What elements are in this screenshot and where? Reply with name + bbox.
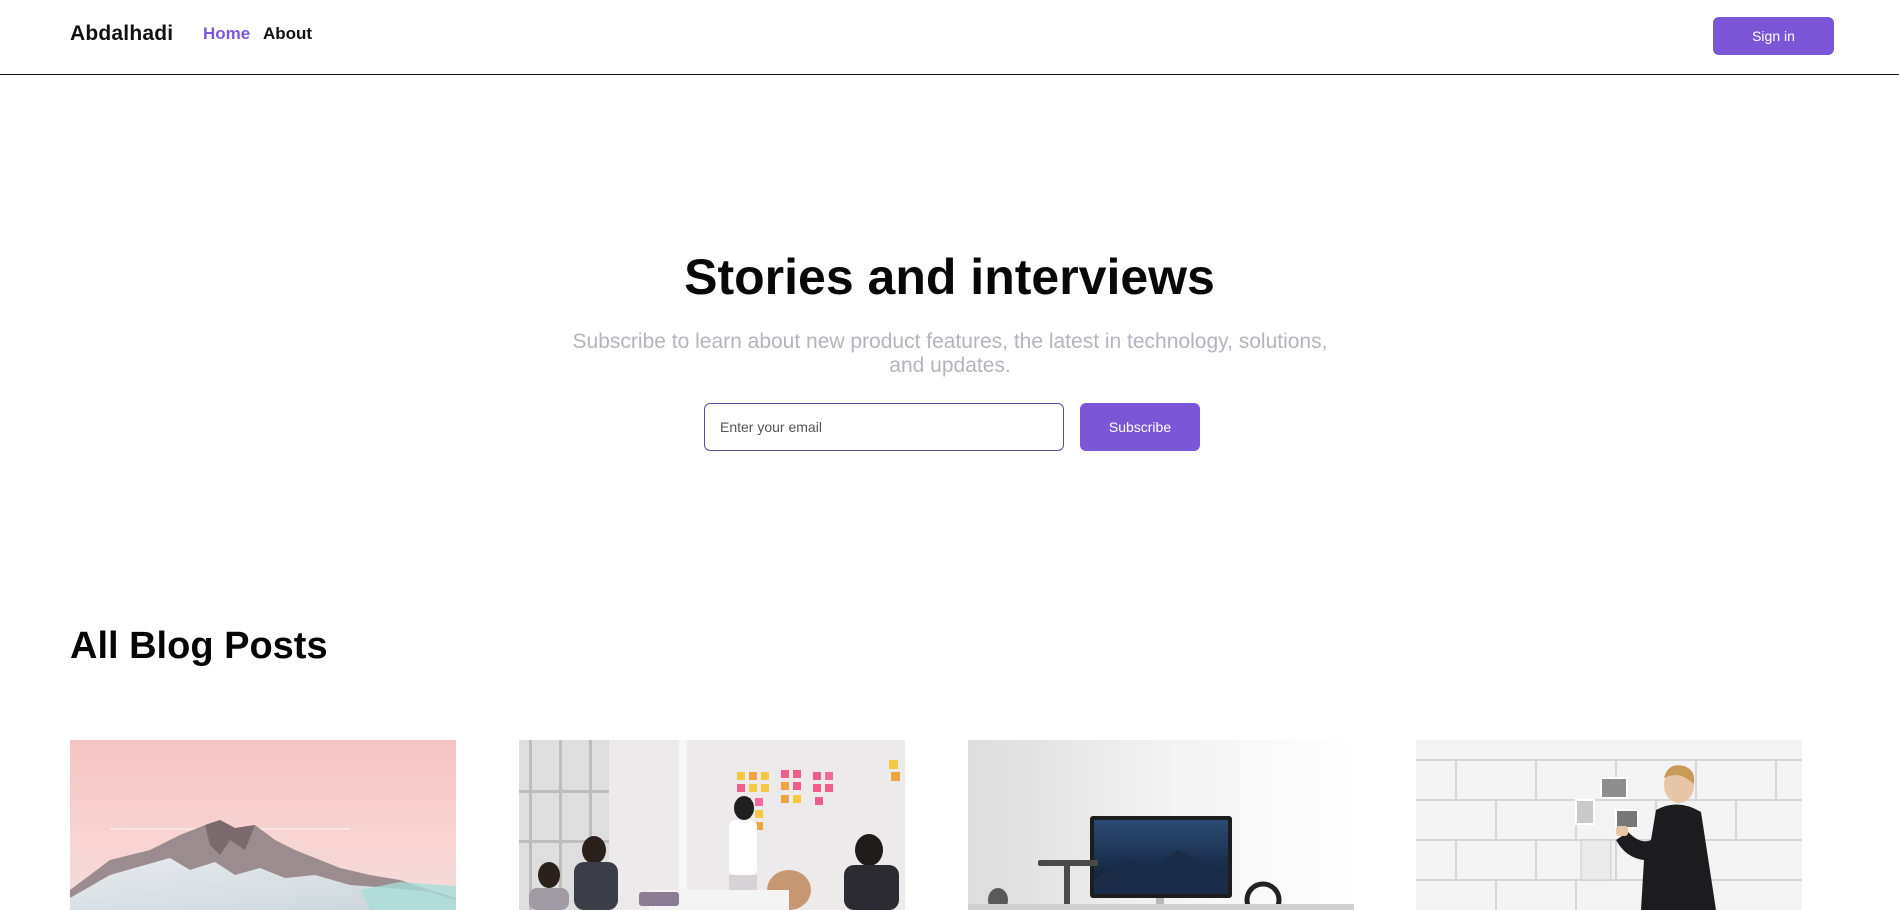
brand-logo-text[interactable]: Abdalhadi: [70, 22, 173, 46]
snowy-mountain-pink-sky-photo: [70, 740, 456, 910]
subscribe-button[interactable]: Subscribe: [1080, 403, 1200, 451]
man-pinning-photos-wall-photo: [1416, 740, 1802, 910]
top-navbar: Abdalhadi Home About Sign in: [0, 0, 1899, 75]
hero-title: Stories and interviews: [684, 249, 1215, 305]
sign-in-button[interactable]: Sign in: [1713, 17, 1834, 55]
email-input[interactable]: [704, 403, 1064, 451]
desk-monitor-workspace-photo: [968, 740, 1354, 910]
nav-link-about[interactable]: About: [263, 24, 312, 44]
blog-post-card[interactable]: [1416, 740, 1802, 910]
nav-link-home[interactable]: Home: [203, 24, 250, 44]
blog-post-card[interactable]: [70, 740, 456, 910]
blog-post-card[interactable]: [519, 740, 905, 910]
hero-subtitle: Subscribe to learn about new product fea…: [572, 330, 1328, 377]
section-title-all-blog-posts: All Blog Posts: [70, 625, 328, 667]
blog-post-card[interactable]: [968, 740, 1354, 910]
team-meeting-sticky-notes-photo: [519, 740, 905, 910]
